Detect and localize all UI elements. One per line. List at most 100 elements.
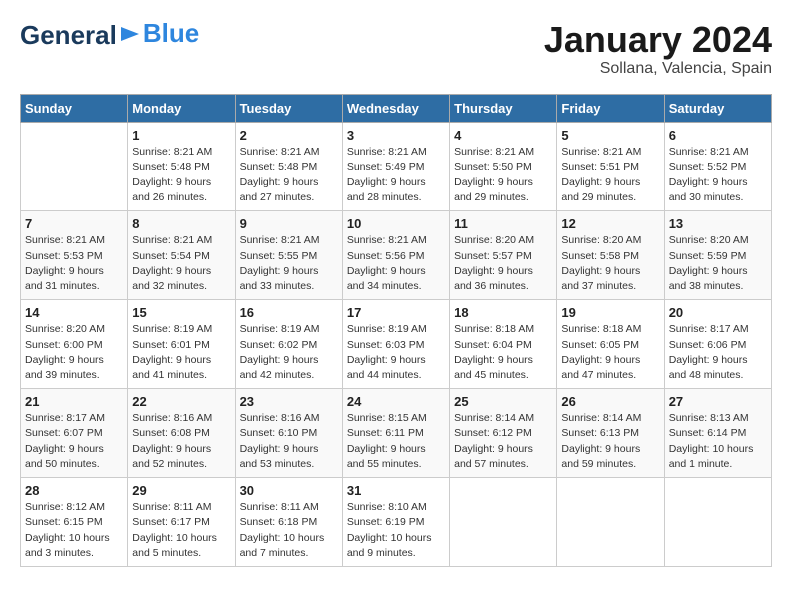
day-info: Sunrise: 8:21 AM Sunset: 5:56 PM Dayligh…	[347, 233, 445, 294]
weekday-header: Monday	[128, 94, 235, 122]
day-info: Sunrise: 8:14 AM Sunset: 6:12 PM Dayligh…	[454, 411, 552, 472]
calendar-cell: 25 Sunrise: 8:14 AM Sunset: 6:12 PM Dayli…	[450, 389, 557, 478]
day-info: Sunrise: 8:11 AM Sunset: 6:18 PM Dayligh…	[240, 500, 338, 561]
day-info: Sunrise: 8:21 AM Sunset: 5:53 PM Dayligh…	[25, 233, 123, 294]
weekday-header: Wednesday	[342, 94, 449, 122]
calendar-cell: 12Sunrise: 8:20 AM Sunset: 5:58 PM Dayli…	[557, 211, 664, 300]
day-info: Sunrise: 8:16 AM Sunset: 6:10 PM Dayligh…	[240, 411, 338, 472]
day-number: 5	[561, 128, 659, 143]
day-info: Sunrise: 8:21 AM Sunset: 5:51 PM Dayligh…	[561, 145, 659, 206]
weekday-header: Sunday	[21, 94, 128, 122]
day-info: Sunrise: 8:18 AM Sunset: 6:05 PM Dayligh…	[561, 322, 659, 383]
calendar-cell: 31 Sunrise: 8:10 AM Sunset: 6:19 PM Dayli…	[342, 478, 449, 567]
location-subtitle: Sollana, Valencia, Spain	[544, 60, 772, 78]
calendar-cell: 15 Sunrise: 8:19 AM Sunset: 6:01 PM Dayli…	[128, 300, 235, 389]
logo-text-blue: Blue	[143, 18, 199, 48]
calendar-cell	[557, 478, 664, 567]
day-number: 13	[669, 216, 767, 231]
day-number: 9	[240, 216, 338, 231]
day-info: Sunrise: 8:17 AM Sunset: 6:06 PM Dayligh…	[669, 322, 767, 383]
calendar-week-row: 28Sunrise: 8:12 AM Sunset: 6:15 PM Dayli…	[21, 478, 772, 567]
day-info: Sunrise: 8:21 AM Sunset: 5:55 PM Dayligh…	[240, 233, 338, 294]
calendar-cell: 17Sunrise: 8:19 AM Sunset: 6:03 PM Dayli…	[342, 300, 449, 389]
calendar-cell: 1Sunrise: 8:21 AM Sunset: 5:48 PM Daylig…	[128, 122, 235, 211]
calendar-cell: 14 Sunrise: 8:20 AM Sunset: 6:00 PM Dayli…	[21, 300, 128, 389]
day-number: 24	[347, 394, 445, 409]
day-number: 25	[454, 394, 552, 409]
day-info: Sunrise: 8:10 AM Sunset: 6:19 PM Dayligh…	[347, 500, 445, 561]
day-number: 2	[240, 128, 338, 143]
day-info: Sunrise: 8:19 AM Sunset: 6:03 PM Dayligh…	[347, 322, 445, 383]
day-info: Sunrise: 8:18 AM Sunset: 6:04 PM Dayligh…	[454, 322, 552, 383]
calendar-header-row: SundayMondayTuesdayWednesdayThursdayFrid…	[21, 94, 772, 122]
day-info: Sunrise: 8:16 AM Sunset: 6:08 PM Dayligh…	[132, 411, 230, 472]
day-number: 6	[669, 128, 767, 143]
calendar-cell: 27 Sunrise: 8:13 AM Sunset: 6:14 PM Dayli…	[664, 389, 771, 478]
calendar-week-row: 7 Sunrise: 8:21 AM Sunset: 5:53 PM Daylig…	[21, 211, 772, 300]
logo-arrow-icon	[119, 23, 141, 45]
logo-text-general: General	[20, 20, 117, 51]
calendar-week-row: 14 Sunrise: 8:20 AM Sunset: 6:00 PM Dayli…	[21, 300, 772, 389]
day-number: 1	[132, 128, 230, 143]
calendar-cell: 16 Sunrise: 8:19 AM Sunset: 6:02 PM Dayli…	[235, 300, 342, 389]
day-number: 10	[347, 216, 445, 231]
month-title: January 2024	[544, 20, 772, 60]
calendar-cell: 13 Sunrise: 8:20 AM Sunset: 5:59 PM Dayli…	[664, 211, 771, 300]
day-number: 14	[25, 305, 123, 320]
calendar-cell: 18Sunrise: 8:18 AM Sunset: 6:04 PM Dayli…	[450, 300, 557, 389]
day-info: Sunrise: 8:15 AM Sunset: 6:11 PM Dayligh…	[347, 411, 445, 472]
calendar-cell: 6 Sunrise: 8:21 AM Sunset: 5:52 PM Daylig…	[664, 122, 771, 211]
calendar-cell: 29 Sunrise: 8:11 AM Sunset: 6:17 PM Dayli…	[128, 478, 235, 567]
weekday-header: Saturday	[664, 94, 771, 122]
day-number: 23	[240, 394, 338, 409]
day-info: Sunrise: 8:21 AM Sunset: 5:52 PM Dayligh…	[669, 145, 767, 206]
calendar-cell: 24 Sunrise: 8:15 AM Sunset: 6:11 PM Dayli…	[342, 389, 449, 478]
calendar-cell: 26Sunrise: 8:14 AM Sunset: 6:13 PM Dayli…	[557, 389, 664, 478]
weekday-header: Friday	[557, 94, 664, 122]
calendar-body: 1Sunrise: 8:21 AM Sunset: 5:48 PM Daylig…	[21, 122, 772, 566]
day-info: Sunrise: 8:14 AM Sunset: 6:13 PM Dayligh…	[561, 411, 659, 472]
day-number: 27	[669, 394, 767, 409]
calendar-cell: 4Sunrise: 8:21 AM Sunset: 5:50 PM Daylig…	[450, 122, 557, 211]
day-info: Sunrise: 8:20 AM Sunset: 5:59 PM Dayligh…	[669, 233, 767, 294]
day-number: 15	[132, 305, 230, 320]
day-info: Sunrise: 8:20 AM Sunset: 5:57 PM Dayligh…	[454, 233, 552, 294]
day-number: 28	[25, 483, 123, 498]
day-number: 29	[132, 483, 230, 498]
calendar-cell: 5 Sunrise: 8:21 AM Sunset: 5:51 PM Daylig…	[557, 122, 664, 211]
calendar-cell: 11Sunrise: 8:20 AM Sunset: 5:57 PM Dayli…	[450, 211, 557, 300]
calendar-cell: 20Sunrise: 8:17 AM Sunset: 6:06 PM Dayli…	[664, 300, 771, 389]
day-number: 19	[561, 305, 659, 320]
day-number: 16	[240, 305, 338, 320]
day-number: 31	[347, 483, 445, 498]
weekday-header: Tuesday	[235, 94, 342, 122]
calendar-table: SundayMondayTuesdayWednesdayThursdayFrid…	[20, 94, 772, 567]
calendar-cell	[21, 122, 128, 211]
page-header: General Blue January 2024 Sollana, Valen…	[20, 20, 772, 78]
day-info: Sunrise: 8:20 AM Sunset: 6:00 PM Dayligh…	[25, 322, 123, 383]
calendar-cell: 21Sunrise: 8:17 AM Sunset: 6:07 PM Dayli…	[21, 389, 128, 478]
day-info: Sunrise: 8:11 AM Sunset: 6:17 PM Dayligh…	[132, 500, 230, 561]
day-number: 22	[132, 394, 230, 409]
day-info: Sunrise: 8:19 AM Sunset: 6:02 PM Dayligh…	[240, 322, 338, 383]
calendar-cell: 7 Sunrise: 8:21 AM Sunset: 5:53 PM Daylig…	[21, 211, 128, 300]
day-number: 3	[347, 128, 445, 143]
day-info: Sunrise: 8:19 AM Sunset: 6:01 PM Dayligh…	[132, 322, 230, 383]
calendar-cell: 2Sunrise: 8:21 AM Sunset: 5:48 PM Daylig…	[235, 122, 342, 211]
calendar-cell: 8 Sunrise: 8:21 AM Sunset: 5:54 PM Daylig…	[128, 211, 235, 300]
day-number: 7	[25, 216, 123, 231]
title-block: January 2024 Sollana, Valencia, Spain	[544, 20, 772, 78]
calendar-cell: 22 Sunrise: 8:16 AM Sunset: 6:08 PM Dayli…	[128, 389, 235, 478]
calendar-week-row: 1Sunrise: 8:21 AM Sunset: 5:48 PM Daylig…	[21, 122, 772, 211]
day-number: 4	[454, 128, 552, 143]
day-number: 21	[25, 394, 123, 409]
calendar-cell: 23 Sunrise: 8:16 AM Sunset: 6:10 PM Dayli…	[235, 389, 342, 478]
calendar-cell: 10 Sunrise: 8:21 AM Sunset: 5:56 PM Dayli…	[342, 211, 449, 300]
day-info: Sunrise: 8:13 AM Sunset: 6:14 PM Dayligh…	[669, 411, 767, 472]
day-number: 30	[240, 483, 338, 498]
calendar-cell: 28Sunrise: 8:12 AM Sunset: 6:15 PM Dayli…	[21, 478, 128, 567]
day-number: 8	[132, 216, 230, 231]
calendar-cell	[450, 478, 557, 567]
logo: General Blue	[20, 20, 199, 51]
day-info: Sunrise: 8:21 AM Sunset: 5:54 PM Dayligh…	[132, 233, 230, 294]
